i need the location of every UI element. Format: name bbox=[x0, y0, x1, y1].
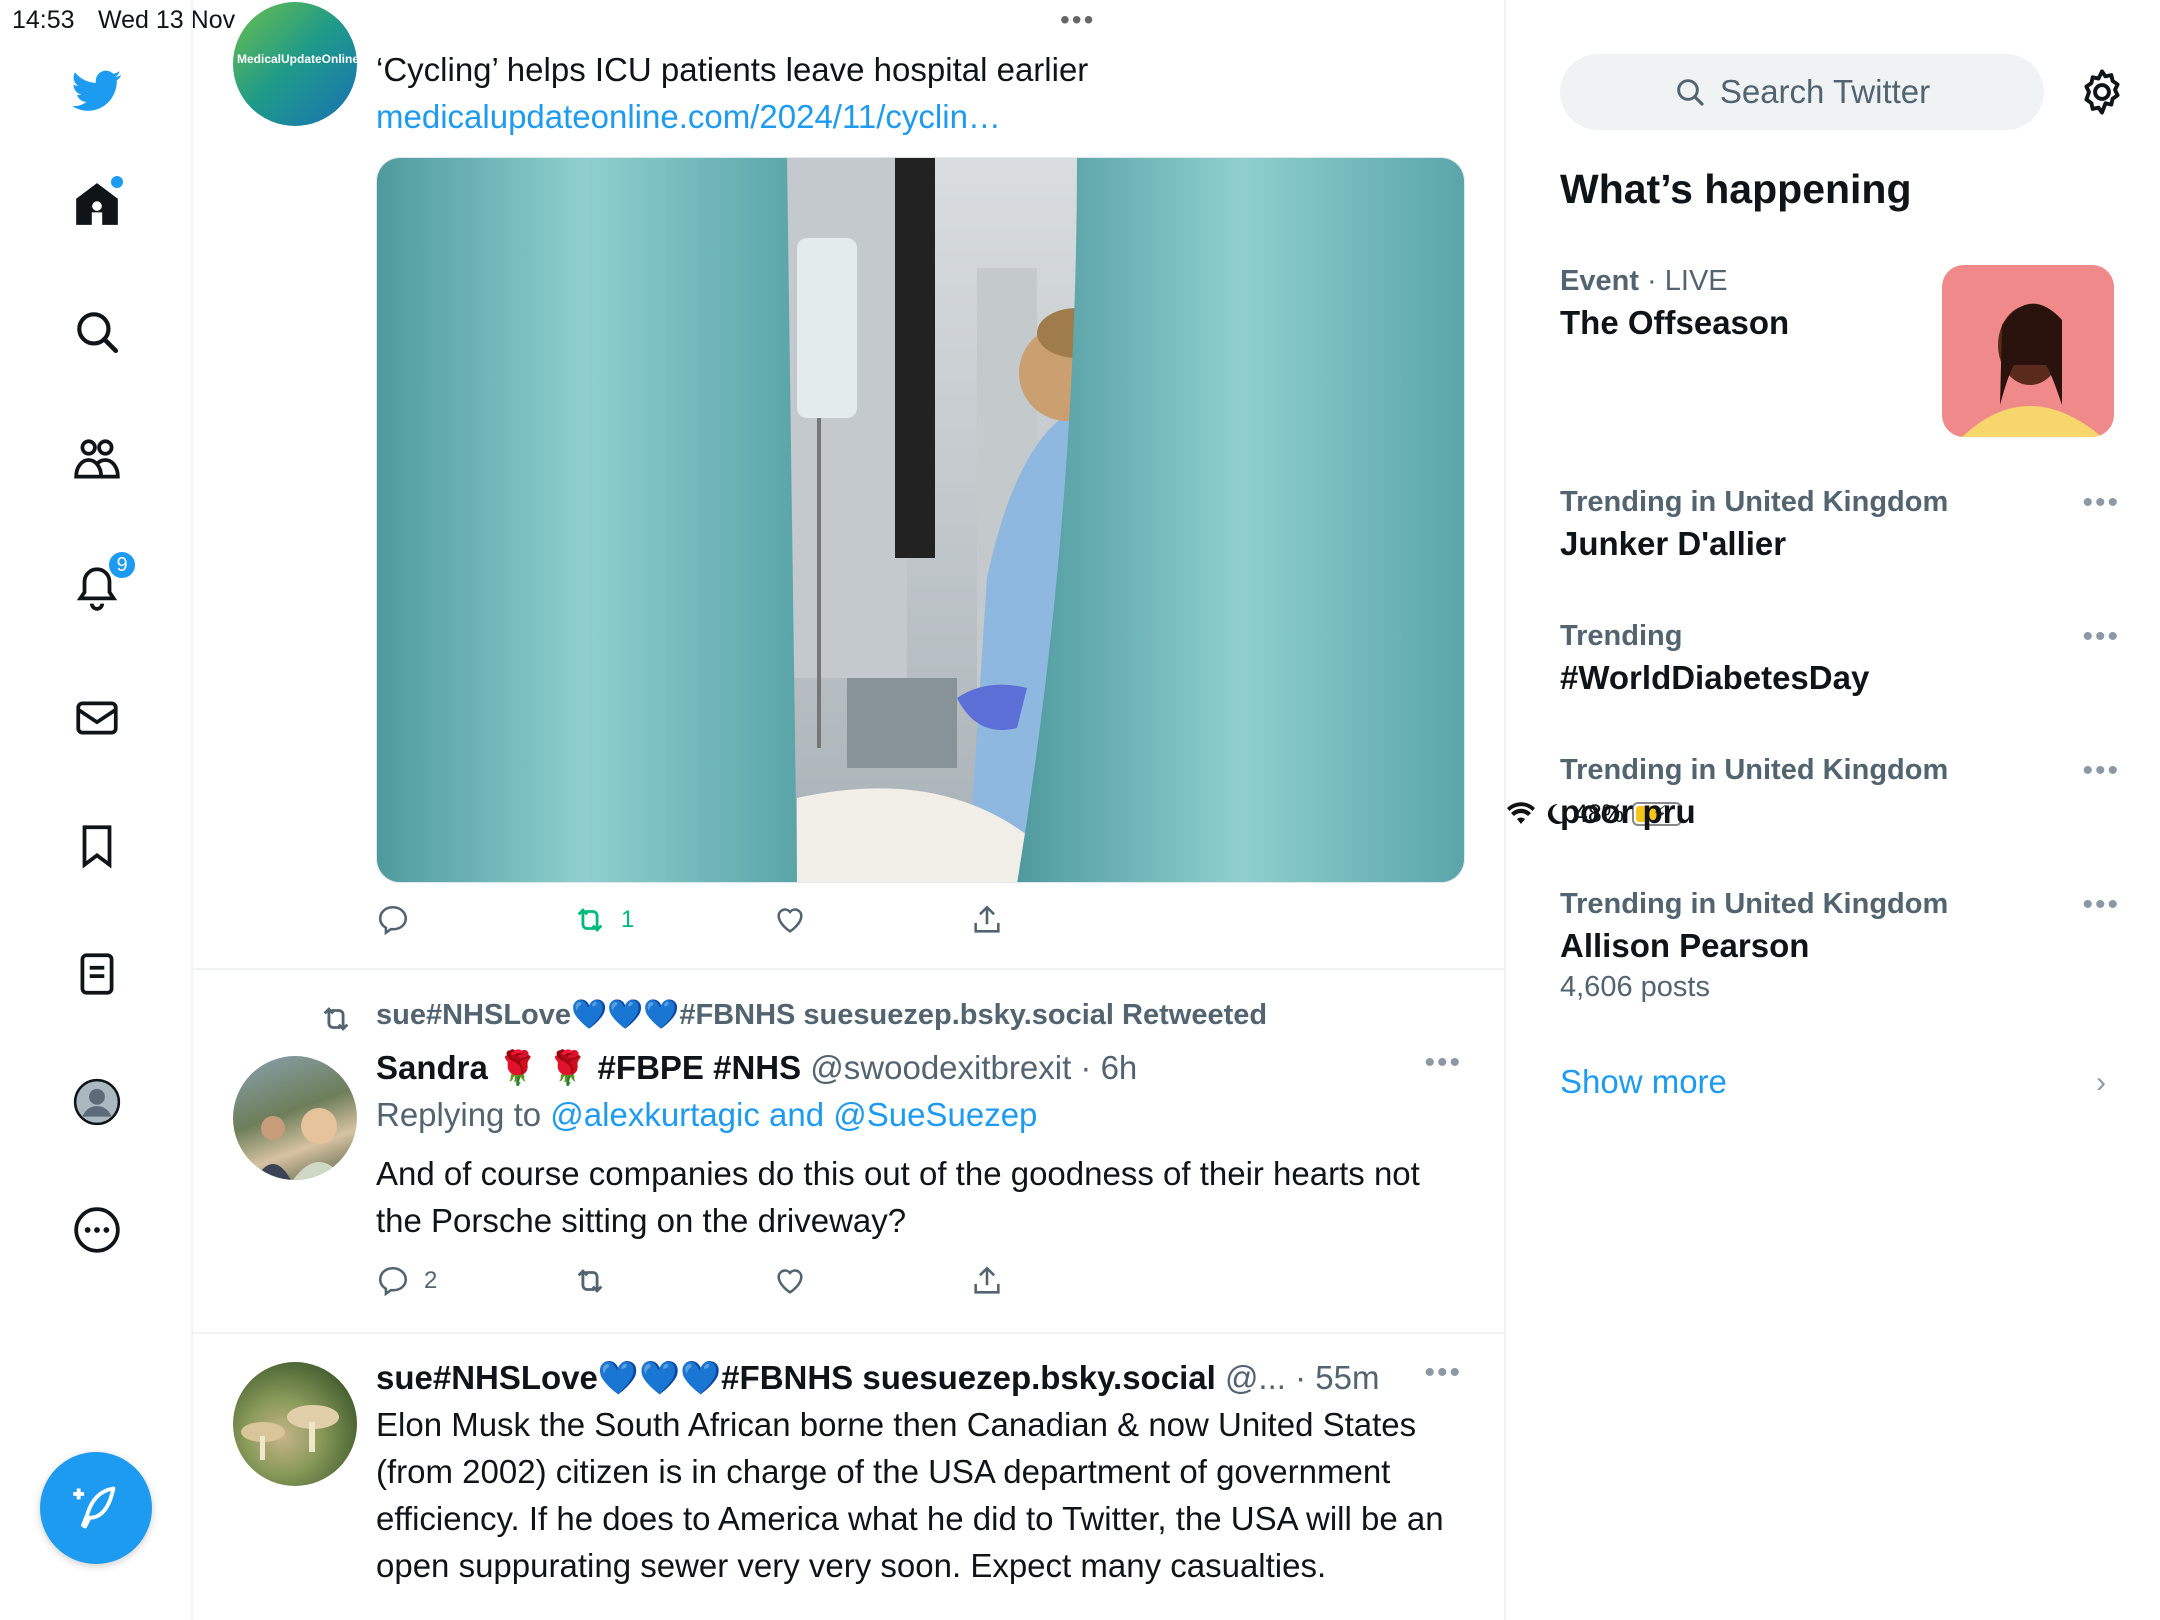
search-placeholder: Search Twitter bbox=[1719, 73, 1931, 110]
trend-item-2[interactable]: Trending #WorldDiabetesDay ••• bbox=[1560, 620, 2120, 697]
trend-context: Trending bbox=[1560, 620, 1683, 652]
trend-item-3[interactable]: Trending in United Kingdom poor pru ••• bbox=[1560, 754, 2120, 831]
tweet-sandra[interactable]: sue#NHSLove💙💙💙#FBNHS suesuezep.bsky.soci… bbox=[193, 970, 1504, 1334]
notifications-bell-icon[interactable]: 9 bbox=[69, 550, 137, 616]
retweet-icon bbox=[577, 1269, 603, 1293]
share-button[interactable] bbox=[970, 1264, 1004, 1298]
tweet-text: And of course companies do this out of t… bbox=[376, 1155, 1420, 1239]
right-sidebar: Search Twitter What’s happening Event · … bbox=[1506, 0, 2160, 1620]
reply-icon bbox=[378, 1266, 408, 1297]
trend-more-options[interactable]: ••• bbox=[2082, 754, 2120, 788]
notifications-badge: 9 bbox=[107, 550, 137, 580]
tweet-time[interactable]: · 55m bbox=[1295, 1359, 1379, 1396]
trend-name: Junker D'allier bbox=[1560, 525, 1787, 562]
reply-count: 2 bbox=[424, 1267, 438, 1294]
retweeted-by-label[interactable]: sue#NHSLove💙💙💙#FBNHS suesuezep.bsky.soci… bbox=[376, 998, 1267, 1032]
tweet-handle[interactable]: @... bbox=[1225, 1359, 1286, 1396]
like-button[interactable] bbox=[773, 903, 807, 937]
trend-more-options[interactable]: ••• bbox=[2082, 620, 2120, 654]
avatar-sue[interactable] bbox=[233, 1362, 357, 1486]
retweet-button[interactable] bbox=[573, 1264, 607, 1298]
twitter-logo-icon[interactable] bbox=[69, 62, 125, 118]
tweet-medicalupdate[interactable]: MedicalUpdateOnline ‘Cycling’ helps ICU … bbox=[193, 0, 1504, 970]
search-icon bbox=[1677, 79, 1704, 106]
search-field[interactable]: Search Twitter bbox=[1560, 54, 2044, 130]
icu-photo-illustration bbox=[377, 158, 1464, 882]
profile-avatar-icon[interactable] bbox=[69, 1074, 125, 1130]
retweet-button[interactable]: 1 bbox=[573, 903, 634, 937]
tweet-sue[interactable]: sue#NHSLove💙💙💙#FBNHS suesuezep.bsky.soci… bbox=[193, 1334, 1504, 1620]
tweet-more-options[interactable]: ••• bbox=[1424, 1046, 1462, 1080]
tweet-text: ‘Cycling’ helps ICU patients leave hospi… bbox=[376, 51, 1089, 88]
heart-icon bbox=[777, 1269, 803, 1294]
tweet-handle[interactable]: @swoodexitbrexit bbox=[810, 1049, 1071, 1086]
lists-icon[interactable] bbox=[69, 946, 125, 1002]
compose-feather-icon bbox=[73, 1486, 116, 1529]
search-icon[interactable] bbox=[69, 304, 125, 360]
settings-gear-icon[interactable] bbox=[2076, 66, 2128, 118]
share-button[interactable] bbox=[970, 903, 1004, 937]
home-unread-dot bbox=[111, 176, 123, 188]
trend-context: Trending in United Kingdom bbox=[1560, 486, 1949, 518]
trend-more-options[interactable]: ••• bbox=[2082, 888, 2120, 922]
main-feed[interactable]: MedicalUpdateOnline ‘Cycling’ helps ICU … bbox=[193, 0, 1506, 1620]
messages-envelope-icon[interactable] bbox=[69, 690, 125, 746]
sidebar: 9 bbox=[0, 0, 193, 1620]
tweet-author[interactable]: Sandra 🌹 🌹 #FBPE #NHS bbox=[376, 1049, 801, 1086]
like-button[interactable] bbox=[773, 1264, 807, 1298]
tweet-photo-icu-nurse[interactable] bbox=[376, 157, 1465, 883]
home-icon[interactable] bbox=[69, 176, 125, 232]
trend-post-count: 4,606 posts bbox=[1560, 971, 1710, 1003]
event-thumbnail[interactable] bbox=[1942, 265, 2114, 437]
communities-icon[interactable] bbox=[69, 432, 125, 488]
tweet-time[interactable]: · 6h bbox=[1080, 1049, 1137, 1086]
avatar-sandra[interactable] bbox=[233, 1056, 357, 1180]
replying-label: Replying to bbox=[376, 1096, 542, 1133]
compose-tweet-button[interactable] bbox=[40, 1452, 152, 1564]
chevron-right-icon[interactable]: › bbox=[2096, 1066, 2106, 1100]
reply-button[interactable] bbox=[376, 903, 410, 937]
tweet-text: Elon Musk the South African borne then C… bbox=[376, 1406, 1444, 1584]
avatar-medicalupdateonline[interactable]: MedicalUpdateOnline bbox=[233, 2, 357, 126]
show-more-link[interactable]: Show more bbox=[1560, 1063, 1727, 1101]
reply-icon bbox=[378, 905, 408, 936]
tweet-more-options[interactable]: ••• bbox=[1424, 1356, 1462, 1390]
heart-icon bbox=[777, 908, 803, 933]
reply-button[interactable]: 2 bbox=[376, 1264, 437, 1298]
trend-item-1[interactable]: Trending in United Kingdom Junker D'alli… bbox=[1560, 486, 2120, 563]
trend-more-options[interactable]: ••• bbox=[2082, 486, 2120, 520]
trend-context: Trending in United Kingdom bbox=[1560, 888, 1949, 920]
trend-name: Allison Pearson bbox=[1560, 927, 1810, 964]
more-circle-icon[interactable] bbox=[69, 1202, 125, 1258]
tweet-author[interactable]: sue#NHSLove💙💙💙#FBNHS suesuezep.bsky.soci… bbox=[376, 1359, 1216, 1396]
trend-context: Trending in United Kingdom bbox=[1560, 754, 1949, 786]
trend-name: #WorldDiabetesDay bbox=[1560, 659, 1870, 696]
bookmarks-icon[interactable] bbox=[69, 818, 125, 874]
retweet-icon bbox=[577, 908, 603, 932]
share-icon bbox=[974, 905, 1000, 933]
event-status: · LIVE bbox=[1647, 265, 1728, 297]
trend-name: poor pru bbox=[1560, 793, 1696, 830]
share-icon bbox=[974, 1266, 1000, 1294]
whats-happening-title: What’s happening bbox=[1560, 166, 1912, 212]
retweeted-indicator-icon bbox=[323, 1007, 349, 1031]
avatar-logo-text: MedicalUpdateOnline bbox=[237, 52, 357, 66]
event-category: Event bbox=[1560, 265, 1639, 297]
trend-item-4[interactable]: Trending in United Kingdom Allison Pears… bbox=[1560, 888, 2120, 1004]
replying-to-users[interactable]: @alexkurtagic and @SueSuezep bbox=[550, 1096, 1037, 1133]
retweet-count: 1 bbox=[621, 906, 635, 933]
tweet-link[interactable]: medicalupdateonline.com/2024/11/cyclin… bbox=[376, 93, 1466, 140]
